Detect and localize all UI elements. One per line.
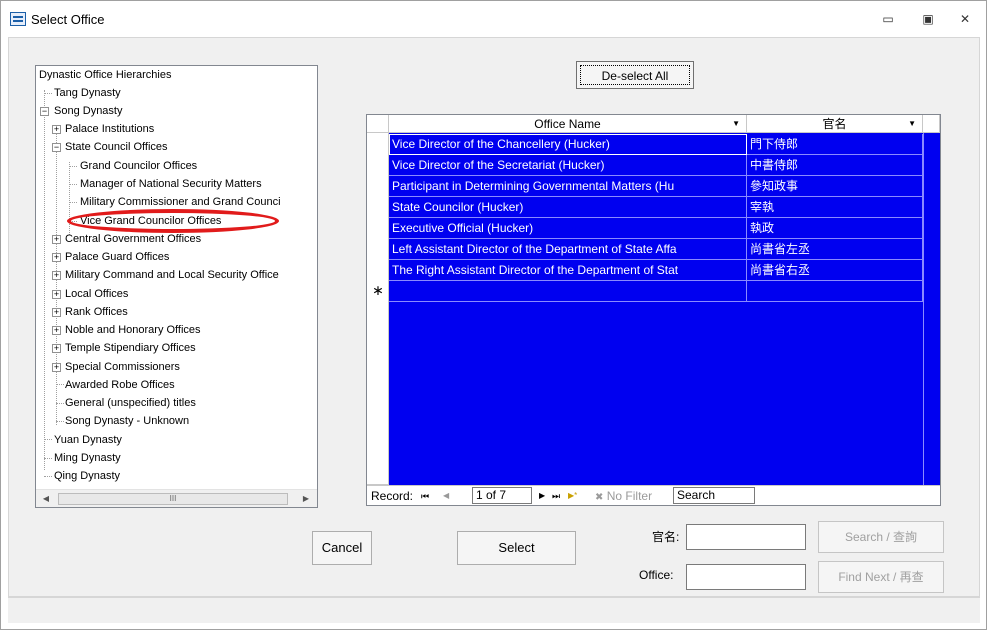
expand-icon[interactable]: + [52, 125, 61, 134]
expand-icon[interactable]: + [52, 363, 61, 372]
close-icon[interactable]: ✕ [954, 10, 976, 28]
search-button[interactable]: Search / 查詢 [818, 521, 944, 553]
expand-icon[interactable]: + [52, 290, 61, 299]
new-row-chinese[interactable] [747, 281, 923, 302]
header-filler [923, 115, 940, 133]
expand-icon[interactable]: + [52, 344, 61, 353]
expand-icon[interactable]: + [52, 271, 61, 280]
record-label: Record: [371, 489, 414, 503]
previous-record-icon[interactable]: ◀ [443, 488, 449, 504]
expand-icon[interactable]: + [52, 326, 61, 335]
tree-node-palace-guard[interactable]: Palace Guard Offices [65, 248, 169, 266]
table-row-office[interactable]: Participant in Determining Governmental … [389, 176, 747, 197]
table-row-office[interactable]: Vice Director of the Chancellery (Hucker… [389, 134, 747, 155]
chinese-name-label: 官名: [652, 530, 680, 544]
tree-horizontal-scrollbar[interactable]: ◀ III ▶ [36, 489, 317, 507]
expand-icon[interactable]: + [52, 235, 61, 244]
new-row-office[interactable] [389, 281, 747, 302]
filter-icon: ✖ [595, 492, 604, 503]
tree-node-grand-councilor[interactable]: Grand Councilor Offices [80, 157, 197, 175]
office-label: Office: [639, 568, 674, 582]
dropdown-arrow-icon[interactable]: ▼ [732, 115, 740, 133]
office-hierarchy-tree[interactable]: Dynastic Office Hierarchies Tang Dynasty… [35, 65, 318, 508]
tree-node-noble-honorary[interactable]: Noble and Honorary Offices [65, 321, 201, 339]
table-row-chinese[interactable]: 尚書省左丞 [747, 239, 923, 260]
table-row-chinese[interactable]: 門下侍郎 [747, 134, 923, 155]
highlight-circle-annotation [67, 209, 279, 233]
tree-root[interactable]: Dynastic Office Hierarchies [39, 66, 171, 84]
table-row-chinese[interactable]: 中書侍郎 [747, 155, 923, 176]
tree-node-song-unknown[interactable]: Song Dynasty - Unknown [65, 412, 189, 430]
new-record-nav-icon[interactable]: ▶* [568, 488, 577, 504]
minimize-icon[interactable]: ▭ [877, 10, 899, 28]
tree-node-awarded-robe[interactable]: Awarded Robe Offices [65, 376, 175, 394]
tree-node-palace-institutions[interactable]: Palace Institutions [65, 120, 154, 138]
first-record-icon[interactable]: ⏮ [421, 488, 429, 504]
find-next-button[interactable]: Find Next / 再查 [818, 561, 944, 593]
tree-node-song[interactable]: Song Dynasty [54, 102, 122, 120]
collapse-icon[interactable]: − [40, 107, 49, 116]
scroll-right-icon[interactable]: ▶ [298, 492, 314, 506]
table-row-office[interactable]: State Councilor (Hucker) [389, 197, 747, 218]
tree-node-qing[interactable]: Qing Dynasty [54, 467, 120, 485]
expand-icon[interactable]: + [52, 253, 61, 262]
record-navigation-bar: Record: ⏮ ◀ 1 of 7 ▶ ⏭ ▶* ✖ No Filter Se… [367, 485, 940, 505]
new-record-icon: ∗ [372, 282, 384, 298]
cancel-button[interactable]: Cancel [312, 531, 372, 565]
table-row-office[interactable]: The Right Assistant Director of the Depa… [389, 260, 747, 281]
tree-node-local-offices[interactable]: Local Offices [65, 285, 128, 303]
tree-node-state-council[interactable]: State Council Offices [65, 138, 168, 156]
tree-node-military-command[interactable]: Military Command and Local Security Offi… [65, 266, 279, 284]
vertical-scroll-area [923, 133, 940, 485]
table-row-office[interactable]: Executive Official (Hucker) [389, 218, 747, 239]
last-record-icon[interactable]: ⏭ [552, 488, 560, 504]
table-row-office[interactable]: Vice Director of the Secretariat (Hucker… [389, 155, 747, 176]
form-icon [10, 12, 26, 26]
office-datasheet[interactable]: Office Name ▼ 官名 ▼ ∗ Vice Director of the … [366, 114, 941, 506]
tree-node-special-commissioners[interactable]: Special Commissioners [65, 358, 180, 376]
expand-icon[interactable]: + [52, 308, 61, 317]
table-row-chinese[interactable]: 宰執 [747, 197, 923, 218]
tree-node-rank-offices[interactable]: Rank Offices [65, 303, 128, 321]
window-title: Select Office [31, 12, 105, 27]
record-selector-column[interactable] [367, 133, 389, 485]
office-field[interactable] [686, 564, 806, 590]
current-record-field[interactable]: 1 of 7 [472, 487, 532, 504]
tree-node-general-titles[interactable]: General (unspecified) titles [65, 394, 196, 412]
title-bar: Select Office ▭ ▣ ✕ [1, 1, 986, 37]
column-header-office-name[interactable]: Office Name ▼ [389, 115, 747, 133]
table-row-office[interactable]: Left Assistant Director of the Departmen… [389, 239, 747, 260]
tree-node-ming[interactable]: Ming Dynasty [54, 449, 121, 467]
scroll-left-icon[interactable]: ◀ [38, 492, 54, 506]
column-header-chinese-name[interactable]: 官名 ▼ [747, 115, 923, 133]
select-button[interactable]: Select [457, 531, 576, 565]
tree-node-temple-stipendiary[interactable]: Temple Stipendiary Offices [65, 339, 196, 357]
deselect-all-button[interactable]: De-select All [576, 61, 694, 89]
select-all-corner[interactable] [367, 115, 389, 133]
table-row-chinese[interactable]: 參知政事 [747, 176, 923, 197]
maximize-icon[interactable]: ▣ [917, 10, 939, 28]
collapse-icon[interactable]: − [52, 143, 61, 152]
tree-node-tang[interactable]: Tang Dynasty [54, 84, 121, 102]
dropdown-arrow-icon[interactable]: ▼ [908, 115, 916, 133]
next-record-icon[interactable]: ▶ [539, 488, 545, 504]
filter-status[interactable]: ✖ No Filter [595, 488, 652, 505]
grid-search-input[interactable]: Search [673, 487, 755, 504]
table-row-chinese[interactable]: 執政 [747, 218, 923, 239]
scroll-thumb[interactable]: III [58, 493, 288, 505]
chinese-name-field[interactable] [686, 524, 806, 550]
status-bar [8, 597, 980, 623]
tree-node-yuan[interactable]: Yuan Dynasty [54, 431, 122, 449]
table-row-chinese[interactable]: 尚書省右丞 [747, 260, 923, 281]
tree-node-national-security[interactable]: Manager of National Security Matters [80, 175, 262, 193]
